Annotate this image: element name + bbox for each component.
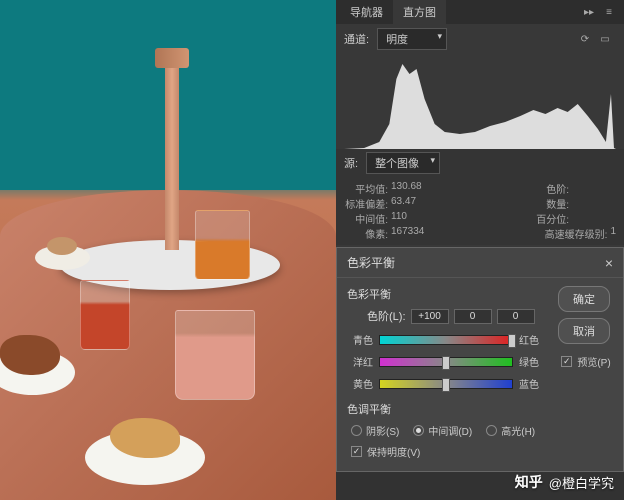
levels-row: 色阶(L): — [347, 308, 545, 324]
tab-histogram[interactable]: 直方图 — [393, 0, 446, 24]
source-select[interactable]: 整个图像 — [366, 152, 440, 174]
slider-track-3[interactable] — [379, 379, 513, 389]
slider-track-1[interactable] — [379, 335, 513, 345]
slider-thumb-2[interactable] — [442, 356, 450, 370]
document-preview — [0, 0, 336, 500]
channel-select[interactable]: 明度 — [377, 28, 447, 50]
radio-midtones[interactable]: 中间调(D) — [413, 423, 472, 438]
cancel-button[interactable]: 取消 — [558, 318, 610, 344]
tone-balance-group-label: 色调平衡 — [347, 401, 545, 417]
radio-highlights[interactable]: 高光(H) — [486, 423, 535, 438]
slider-magenta-green: 洋红 绿色 — [347, 354, 545, 369]
author-name: @橙白学究 — [549, 473, 614, 492]
zhihu-logo: 知乎 — [515, 472, 543, 492]
channel-label: 通道: — [344, 31, 369, 47]
level-input-1[interactable] — [411, 309, 449, 324]
dialog-title-text: 色彩平衡 — [347, 254, 395, 271]
tab-navigator[interactable]: 导航器 — [340, 0, 393, 24]
right-panels: 导航器 直方图 ▸▸ ≡ 通道: 明度 ⟳ ▭ 源: 整个图像 平均值:130.… — [336, 0, 624, 500]
preserve-luminosity[interactable]: 保持明度(V) — [347, 444, 545, 459]
color-balance-dialog: 色彩平衡 × 色彩平衡 色阶(L): 青色 红色 洋红 — [336, 247, 624, 472]
level-input-2[interactable] — [454, 309, 492, 324]
panel-tabs: 导航器 直方图 ▸▸ ≡ — [336, 0, 624, 24]
watermark: 知乎 @橙白学究 — [515, 472, 614, 492]
menu-icon[interactable]: ≡ — [602, 5, 616, 19]
radio-shadows[interactable]: 阴影(S) — [351, 423, 399, 438]
slider-yellow-blue: 黄色 蓝色 — [347, 376, 545, 391]
slider-thumb-1[interactable] — [508, 334, 516, 348]
histogram-chart — [344, 54, 616, 149]
dialog-titlebar[interactable]: 色彩平衡 × — [337, 248, 623, 278]
level-input-3[interactable] — [497, 309, 535, 324]
slider-thumb-3[interactable] — [442, 378, 450, 392]
refresh-icon[interactable]: ⟳ — [578, 32, 592, 46]
collapse-icon[interactable]: ▸▸ — [582, 5, 596, 19]
tone-radios: 阴影(S) 中间调(D) 高光(H) — [347, 423, 545, 438]
color-balance-group-label: 色彩平衡 — [347, 286, 545, 302]
slider-cyan-red: 青色 红色 — [347, 332, 545, 347]
preview-checkbox[interactable]: 预览(P) — [557, 354, 610, 369]
source-row: 源: 整个图像 — [336, 149, 624, 177]
histogram-stats: 平均值:130.68 色阶: 标准偏差:63.47 数量: 中间值:110 百分… — [336, 177, 624, 245]
source-label: 源: — [344, 155, 358, 171]
ok-button[interactable]: 确定 — [558, 286, 610, 312]
channel-selector-row: 通道: 明度 ⟳ ▭ — [336, 24, 624, 54]
slider-track-2[interactable] — [379, 357, 513, 367]
expand-icon[interactable]: ▭ — [598, 32, 612, 46]
close-icon[interactable]: × — [605, 255, 613, 271]
